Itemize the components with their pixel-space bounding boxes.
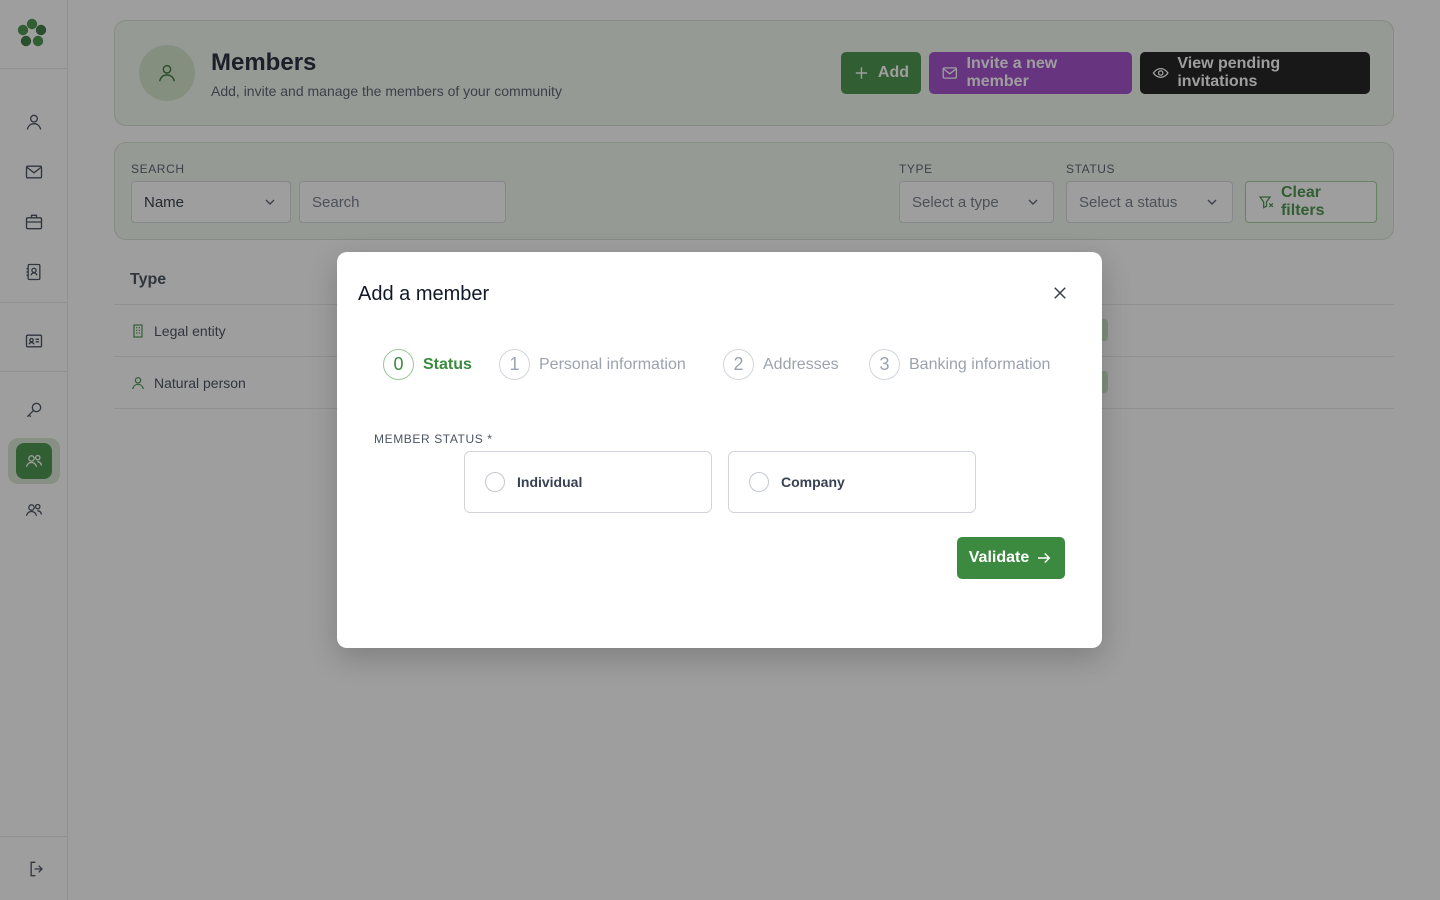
step-personal-information[interactable]: 1 Personal information xyxy=(499,349,686,380)
step-banking-information[interactable]: 3 Banking information xyxy=(869,349,1050,380)
member-status-company-option[interactable]: Company xyxy=(728,451,976,513)
close-icon[interactable] xyxy=(1049,282,1071,304)
step-label: Personal information xyxy=(539,355,686,373)
step-label: Addresses xyxy=(763,355,839,373)
add-member-dialog: Add a member 0 Status 1 Personal informa… xyxy=(337,252,1102,648)
step-addresses[interactable]: 2 Addresses xyxy=(723,349,839,380)
dialog-title: Add a member xyxy=(358,283,490,305)
arrow-right-icon xyxy=(1038,552,1051,564)
member-status-label: MEMBER STATUS * xyxy=(374,432,493,446)
option-label: Company xyxy=(781,474,845,490)
radio-button[interactable] xyxy=(749,472,769,492)
validate-label: Validate xyxy=(968,549,1030,566)
validate-button[interactable]: Validate xyxy=(957,537,1065,579)
step-number: 0 xyxy=(383,349,414,380)
step-number: 1 xyxy=(499,349,530,380)
step-number: 3 xyxy=(869,349,900,380)
radio-button[interactable] xyxy=(485,472,505,492)
option-label: Individual xyxy=(517,474,583,490)
step-label: Banking information xyxy=(909,355,1051,373)
step-status[interactable]: 0 Status xyxy=(383,349,472,380)
member-status-individual-option[interactable]: Individual xyxy=(464,451,712,513)
step-number: 2 xyxy=(723,349,754,380)
step-label: Status xyxy=(423,355,472,373)
